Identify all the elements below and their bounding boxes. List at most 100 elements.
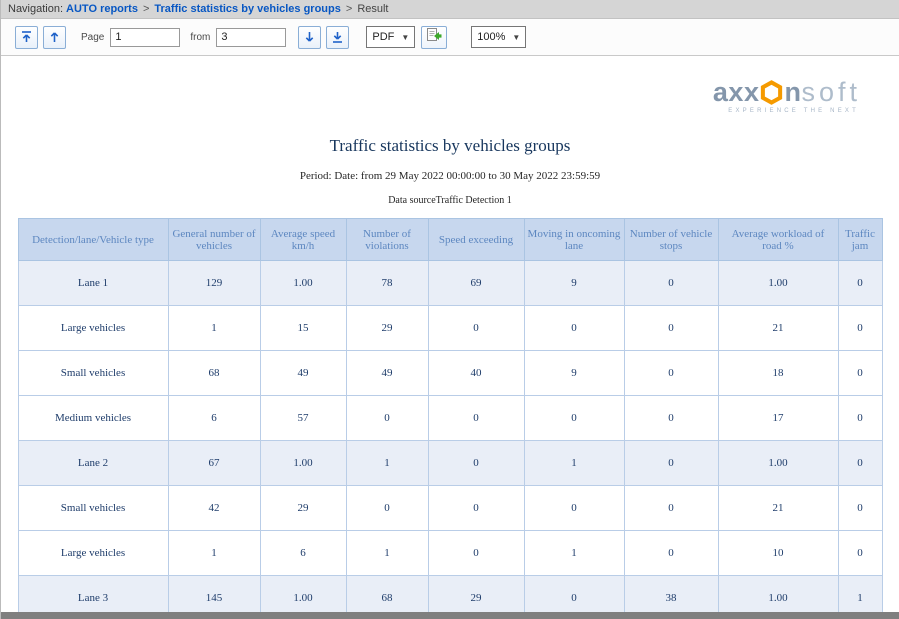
cell-value: 1	[524, 531, 624, 576]
breadcrumb-separator: >	[346, 3, 352, 15]
cell-value: 0	[838, 486, 882, 531]
chevron-down-icon: ▼	[512, 33, 520, 42]
column-header: General number of vehicles	[168, 219, 260, 261]
row-label: Small vehicles	[18, 486, 168, 531]
cell-value: 129	[168, 261, 260, 306]
cell-value: 68	[168, 351, 260, 396]
cell-value: 1	[168, 306, 260, 351]
prev-page-button[interactable]	[43, 26, 66, 49]
breadcrumb-separator: >	[143, 3, 149, 15]
hexagon-icon	[760, 80, 783, 105]
logo-text-soft: soft	[801, 78, 861, 106]
cell-value: 0	[624, 441, 718, 486]
column-header: Moving in oncoming lane	[524, 219, 624, 261]
cell-value: 69	[428, 261, 524, 306]
row-label: Lane 1	[18, 261, 168, 306]
cell-value: 1.00	[718, 441, 838, 486]
first-page-button[interactable]	[15, 26, 38, 49]
export-format-select[interactable]: PDF ▼	[366, 26, 415, 48]
logo-text-axx: axx	[713, 78, 760, 106]
cell-value: 0	[838, 441, 882, 486]
table-row: Large vehicles161010100	[18, 531, 882, 576]
row-label: Small vehicles	[18, 351, 168, 396]
column-header: Speed exceeding	[428, 219, 524, 261]
cell-value: 0	[346, 396, 428, 441]
arrow-up-icon	[49, 31, 60, 43]
page-number-input[interactable]	[110, 28, 180, 47]
cell-value: 0	[524, 306, 624, 351]
cell-value: 1	[524, 441, 624, 486]
cell-value: 49	[260, 351, 346, 396]
breadcrumb-current-result: Result	[357, 3, 388, 15]
cell-value: 78	[346, 261, 428, 306]
axxonsoft-logo: axx n soft EXPERIENCE THE NEXT	[713, 78, 861, 114]
horizontal-scrollbar[interactable]	[1, 612, 899, 619]
arrow-down-bar-icon	[332, 31, 343, 43]
cell-value: 9	[524, 261, 624, 306]
cell-value: 0	[838, 306, 882, 351]
table-row: Medium vehicles6570000170	[18, 396, 882, 441]
cell-value: 0	[624, 486, 718, 531]
cell-value: 0	[428, 306, 524, 351]
column-header: Detection/lane/Vehicle type	[18, 219, 168, 261]
cell-value: 21	[718, 306, 838, 351]
cell-value: 0	[838, 261, 882, 306]
cell-value: 15	[260, 306, 346, 351]
page-label: Page	[81, 32, 104, 43]
cell-value: 0	[838, 531, 882, 576]
cell-value: 57	[260, 396, 346, 441]
table-row: Lane 2671.0010101.000	[18, 441, 882, 486]
next-page-button[interactable]	[298, 26, 321, 49]
chevron-down-icon: ▼	[401, 33, 409, 42]
report-title: Traffic statistics by vehicles groups	[1, 136, 899, 156]
arrow-up-bar-icon	[21, 31, 32, 43]
cell-value: 67	[168, 441, 260, 486]
last-page-button[interactable]	[326, 26, 349, 49]
cell-value: 1	[346, 531, 428, 576]
cell-value: 6	[168, 396, 260, 441]
cell-value: 0	[624, 351, 718, 396]
row-label: Medium vehicles	[18, 396, 168, 441]
report-toolbar: Page from PDF ▼	[1, 19, 899, 56]
report-period: Period: Date: from 29 May 2022 00:00:00 …	[1, 170, 899, 182]
cell-value: 1.00	[718, 261, 838, 306]
cell-value: 0	[624, 531, 718, 576]
zoom-value: 100%	[477, 31, 505, 43]
breadcrumb-link-traffic-statistics[interactable]: Traffic statistics by vehicles groups	[154, 3, 340, 15]
cell-value: 0	[428, 441, 524, 486]
column-header: Traffic jam	[838, 219, 882, 261]
row-label: Large vehicles	[18, 306, 168, 351]
from-label: from	[190, 32, 210, 43]
column-header: Average speed km/h	[260, 219, 346, 261]
table-header: Detection/lane/Vehicle typeGeneral numbe…	[18, 219, 882, 261]
table-row: Small vehicles6849494090180	[18, 351, 882, 396]
cell-value: 0	[838, 396, 882, 441]
cell-value: 0	[624, 261, 718, 306]
cell-value: 0	[524, 486, 624, 531]
table-row: Large vehicles11529000210	[18, 306, 882, 351]
cell-value: 42	[168, 486, 260, 531]
cell-value: 29	[346, 306, 428, 351]
column-header: Number of vehicle stops	[624, 219, 718, 261]
breadcrumb-link-auto-reports[interactable]: AUTO reports	[66, 3, 138, 15]
cell-value: 0	[838, 351, 882, 396]
column-header: Number of violations	[346, 219, 428, 261]
table-body: Lane 11291.007869901.000Large vehicles11…	[18, 261, 882, 619]
column-header: Average workload of road %	[718, 219, 838, 261]
cell-value: 29	[260, 486, 346, 531]
cell-value: 1.00	[260, 441, 346, 486]
cell-value: 9	[524, 351, 624, 396]
table-row: Small vehicles42290000210	[18, 486, 882, 531]
cell-value: 6	[260, 531, 346, 576]
total-pages-input[interactable]	[216, 28, 286, 47]
report-viewer-window: Navigation: AUTO reports > Traffic stati…	[0, 0, 899, 619]
cell-value: 1	[168, 531, 260, 576]
logo-tagline: EXPERIENCE THE NEXT	[713, 108, 861, 114]
zoom-select[interactable]: 100% ▼	[471, 26, 526, 48]
logo-text-n: n	[784, 78, 801, 106]
table-row: Lane 11291.007869901.000	[18, 261, 882, 306]
report-table: Detection/lane/Vehicle typeGeneral numbe…	[18, 218, 883, 619]
export-button[interactable]	[421, 26, 447, 49]
cell-value: 0	[624, 306, 718, 351]
cell-value: 49	[346, 351, 428, 396]
